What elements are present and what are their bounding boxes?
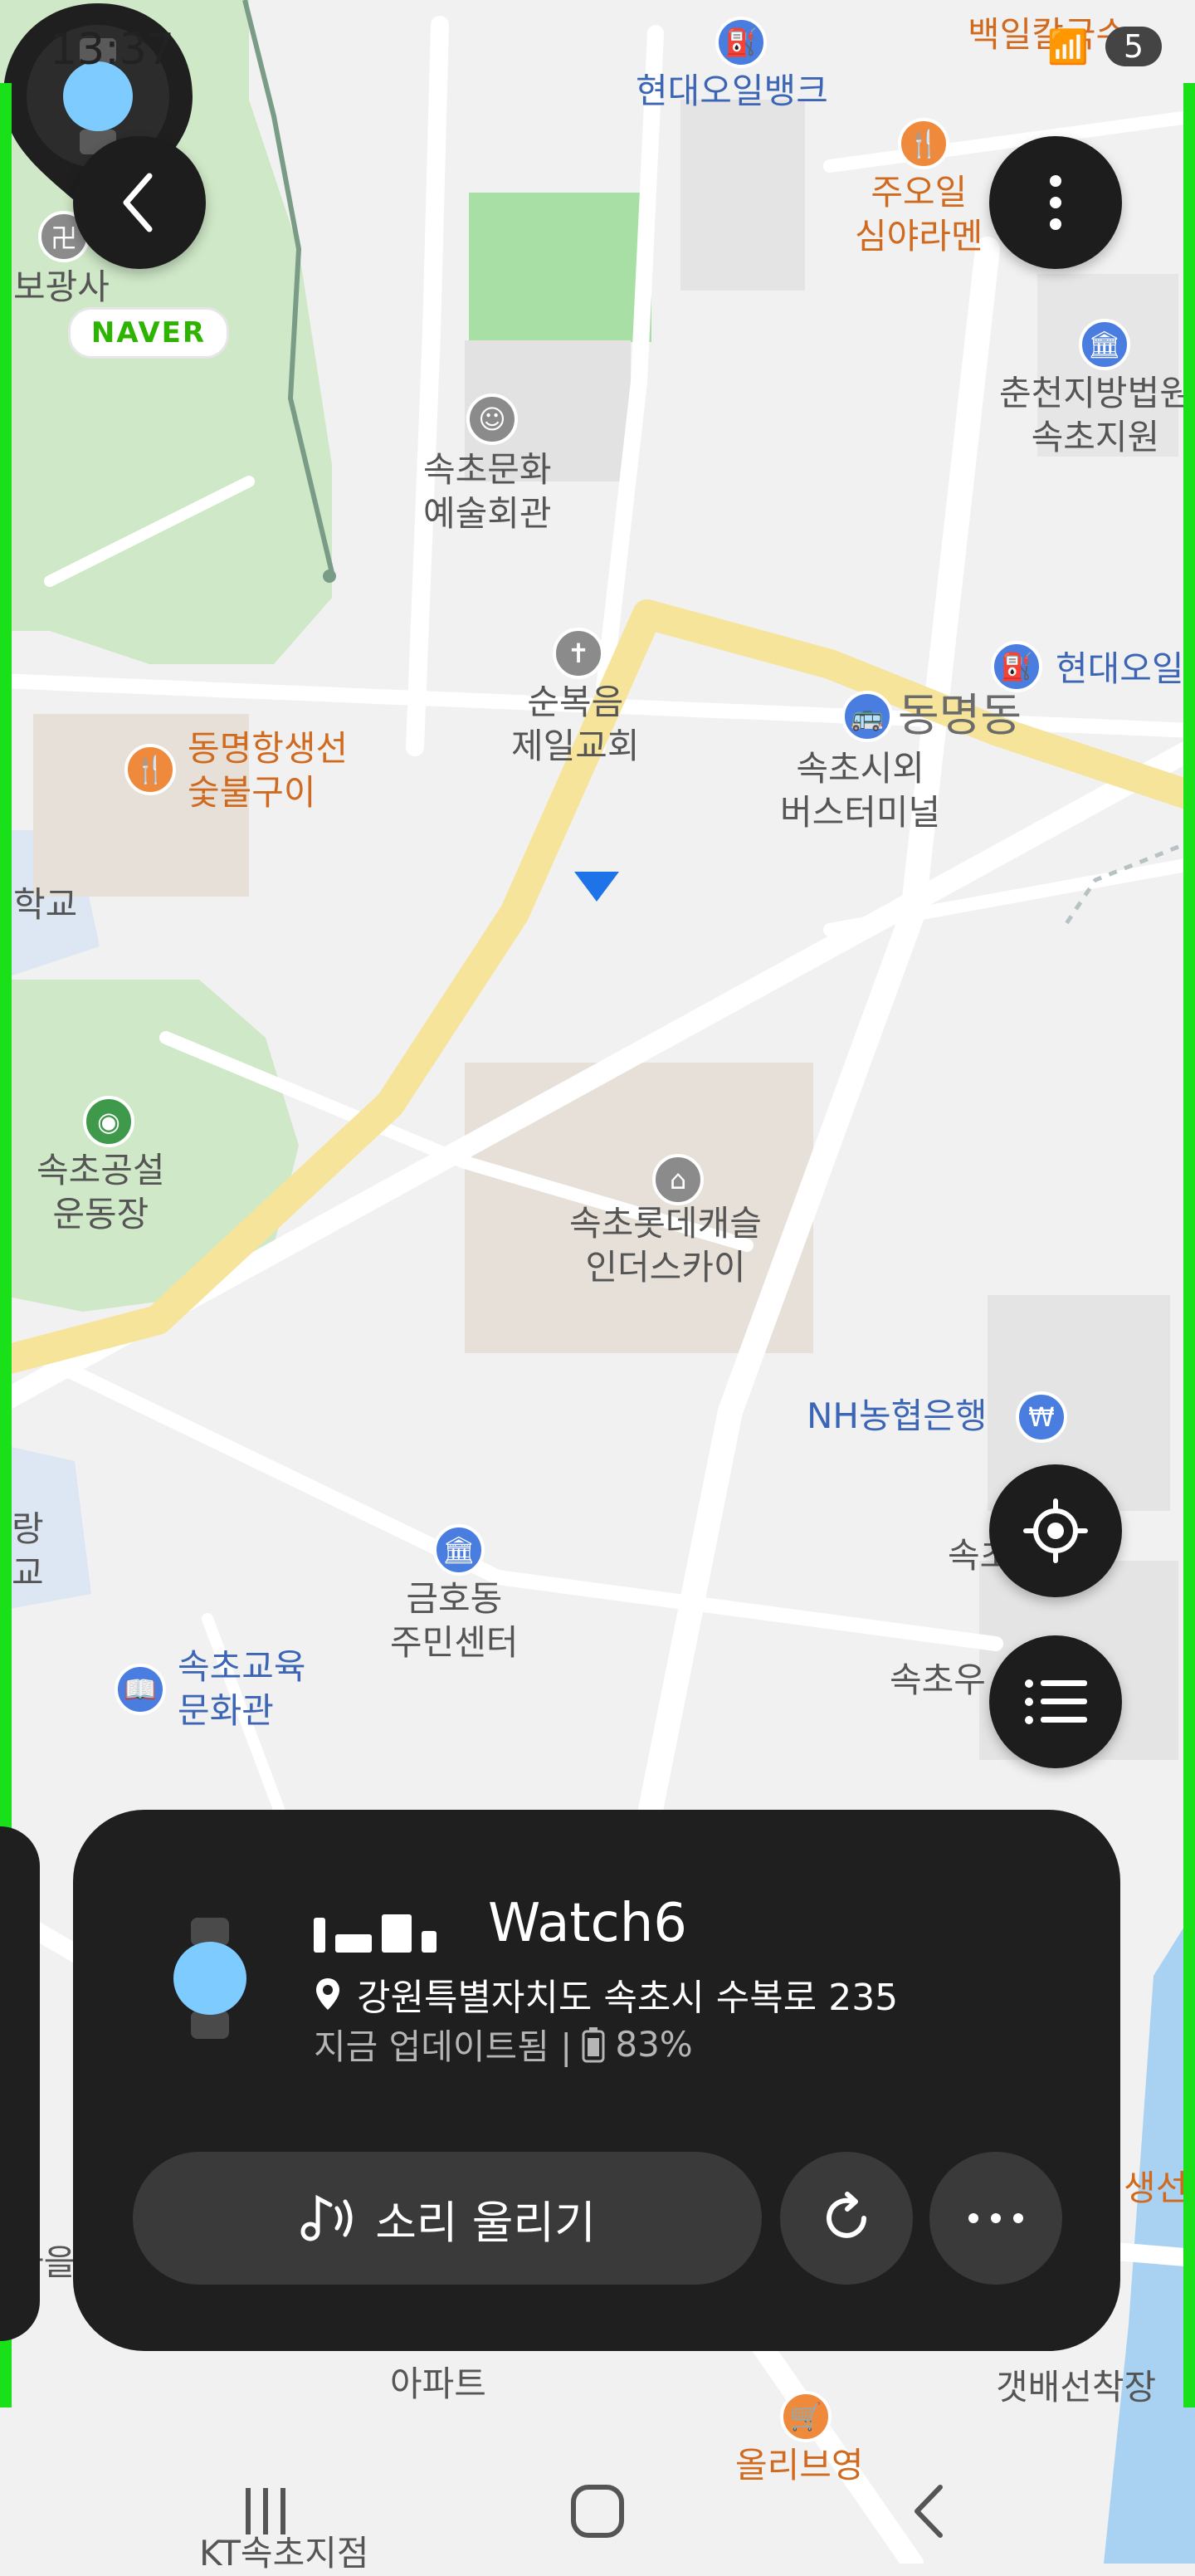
poi-label[interactable]: 현대오일 (1056, 648, 1184, 692)
home-button[interactable] (556, 2474, 639, 2549)
more-options-button[interactable] (989, 136, 1122, 269)
device-address: 강원특별자치도 속초시 수복로 235 (314, 1967, 898, 2021)
home-icon (571, 2485, 624, 2538)
courthouse-icon[interactable]: 🏛 (1079, 319, 1130, 370)
card-more-button[interactable] (929, 2152, 1062, 2285)
battery-indicator: 5 (1105, 27, 1162, 66)
battery-percent: 83% (615, 2024, 693, 2065)
library-icon[interactable]: 📖 (115, 1664, 166, 1715)
poi-label[interactable]: 속초우 (890, 1659, 986, 1703)
poi-label[interactable]: 속초공설 운동장 (37, 1149, 165, 1236)
naver-logo: NAVER (68, 307, 229, 359)
update-status-text: 지금 업데이트됨 | (314, 2026, 573, 2067)
more-horizontal-icon (968, 2213, 1023, 2223)
recent-apps-button[interactable] (224, 2474, 307, 2549)
ring-button-label: 소리 울리기 (375, 2196, 596, 2249)
poi-label[interactable]: 생선 (1124, 2167, 1188, 2211)
device-name: Watch6 (488, 1893, 687, 1954)
list-icon (1025, 1679, 1087, 1724)
crosshair-icon (1023, 1498, 1088, 1563)
poi-label[interactable]: 속초시외 버스터미널 (780, 747, 940, 834)
device-card[interactable]: Watch6 강원특별자치도 속초시 수복로 235 지금 업데이트됨 | 83… (73, 1810, 1120, 2351)
poi-label: 동명동 (898, 689, 1022, 741)
device-list-button[interactable] (989, 1635, 1122, 1768)
poi-label[interactable]: 속초문화 예술회관 (423, 448, 552, 535)
poi-label[interactable]: 속초롯데캐슬 인더스카이 (569, 1202, 762, 1289)
poi-label[interactable]: 순복음 제일교회 (511, 681, 640, 768)
ring-device-button[interactable]: 소리 울리기 (133, 2152, 762, 2285)
poi-label[interactable]: 보광사 (13, 266, 110, 310)
edge-highlight-right (1183, 83, 1195, 2407)
bank-icon[interactable]: ₩ (1016, 1391, 1067, 1443)
apartment-icon[interactable]: ⌂ (652, 1154, 704, 1205)
shop-icon[interactable]: 🛒 (780, 2391, 832, 2442)
poi-label: 랑 교 (12, 1508, 44, 1593)
address-text: 강원특별자치도 속초시 수복로 235 (357, 1977, 899, 2019)
watch-icon (173, 1918, 246, 2039)
poi-label[interactable]: 춘천지방법원 속초지원 (999, 372, 1192, 459)
system-nav-bar (0, 2457, 1195, 2564)
recent-apps-icon (246, 2488, 285, 2534)
location-pin-icon (316, 1978, 339, 2010)
refresh-button[interactable] (780, 2152, 913, 2285)
bus-icon[interactable]: 🚌 (841, 691, 893, 742)
chevron-left-icon (123, 173, 153, 232)
battery-icon (582, 2026, 605, 2062)
music-ring-icon (300, 2194, 353, 2241)
back-button[interactable] (73, 136, 206, 269)
back-chevron-icon (915, 2485, 943, 2538)
status-icons: 📶 5 (1047, 27, 1162, 66)
my-location-button[interactable] (989, 1464, 1122, 1597)
more-vertical-icon (1050, 175, 1061, 230)
device-status: 지금 업데이트됨 | 83% (314, 2019, 693, 2070)
stadium-icon[interactable]: ◉ (83, 1096, 134, 1147)
government-icon[interactable]: 🏛 (433, 1524, 485, 1576)
refresh-icon (827, 2192, 866, 2238)
poi-label[interactable]: NH농협은행 (807, 1395, 988, 1439)
status-bar: 13:37 📶 5 (0, 0, 1195, 100)
restaurant-icon[interactable]: 🍴 (898, 118, 949, 169)
theater-icon[interactable]: ☺ (466, 393, 518, 445)
redacted-name (314, 1903, 480, 1953)
poi-label[interactable]: 아파트 (390, 2363, 486, 2407)
poi-label[interactable]: 속초교육 문화관 (178, 1645, 306, 1733)
gas-station-icon[interactable]: ⛽ (991, 641, 1042, 692)
poi-label[interactable]: 동명항생선 숯불구이 (188, 727, 348, 814)
direction-arrow-icon (574, 872, 619, 902)
poi-label[interactable]: 갯배선착장 (996, 2366, 1156, 2410)
poi-label[interactable]: 주오일 심야라멘 (855, 171, 983, 258)
system-back-button[interactable] (888, 2474, 971, 2549)
status-time: 13:37 (50, 25, 174, 75)
poi-label[interactable]: 금호동 주민센터 (390, 1577, 519, 1664)
previous-card-peek[interactable] (0, 1826, 40, 2341)
poi-label: 학교 (13, 884, 78, 925)
church-icon[interactable]: ✝ (553, 628, 604, 679)
restaurant-icon[interactable]: 🍴 (124, 744, 176, 795)
wifi-icon: 📶 (1047, 27, 1089, 66)
